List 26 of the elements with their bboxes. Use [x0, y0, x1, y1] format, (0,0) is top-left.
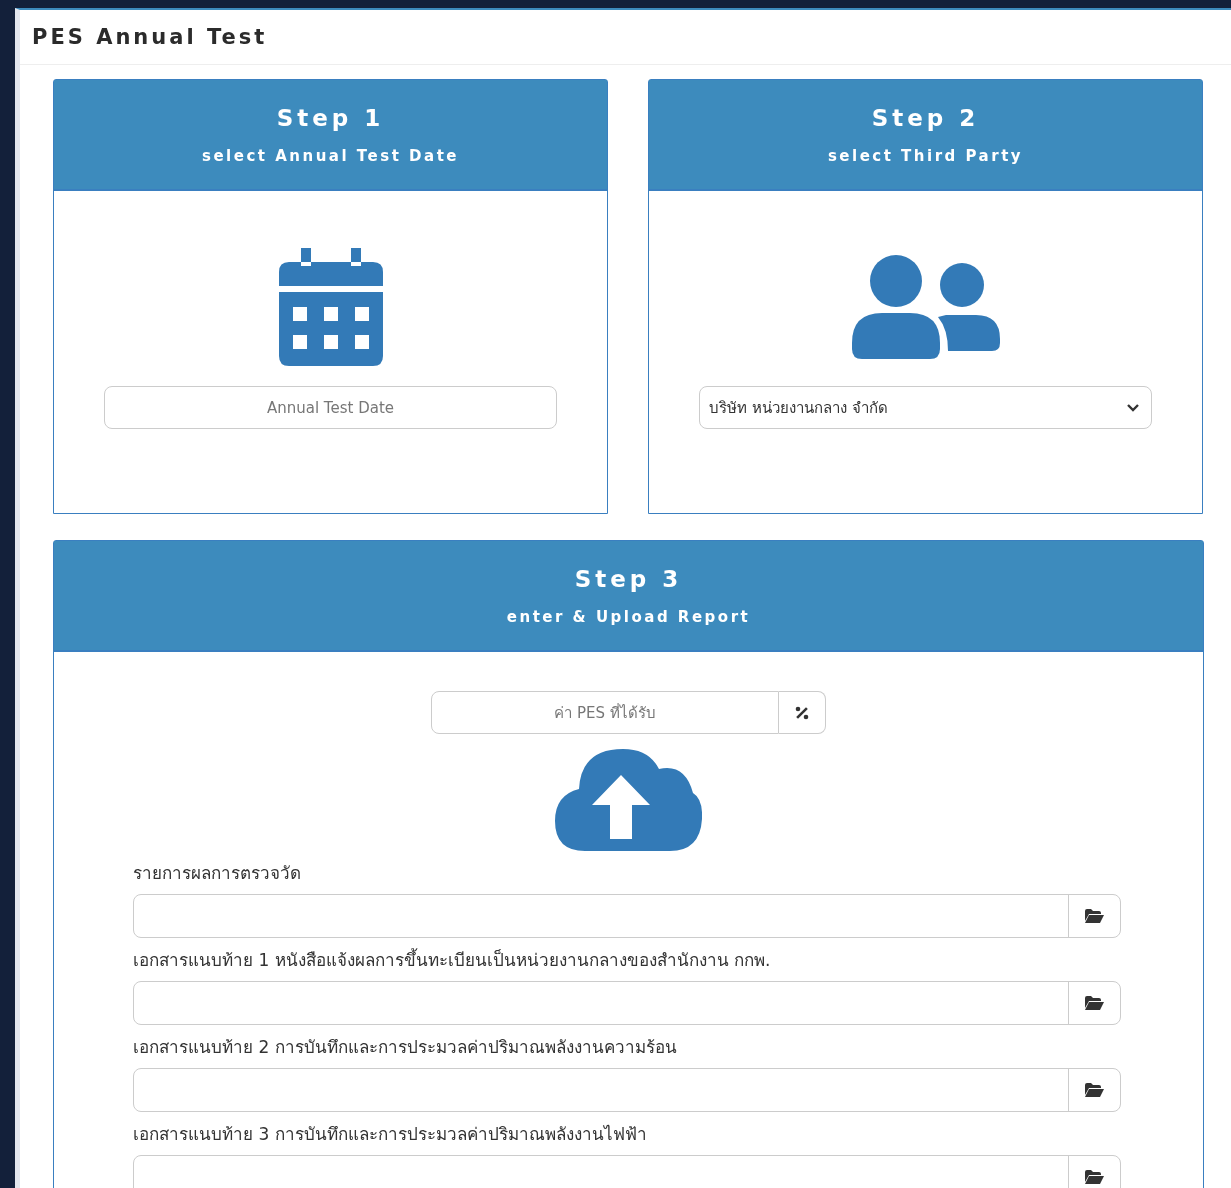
step-title: Step 3	[574, 565, 683, 592]
file-upload-field[interactable]	[133, 1155, 1121, 1188]
upload-label: เอกสารแนบท้าย 3 การบันทึกและการประมวลค่าปริมาณพลังงานไฟฟ้า	[133, 1123, 648, 1146]
file-upload-field[interactable]	[133, 981, 1121, 1025]
chevron-icon	[1127, 403, 1139, 412]
pes-field[interactable]: ค่า PES ที่ได้รับ	[431, 691, 779, 734]
cloud-upload-icon	[555, 749, 702, 851]
folder-open-icon	[1085, 909, 1104, 923]
upload-label: เอกสารแนบท้าย 1 หนังสือแจ้งผลการขึ้นทะเบียนเป็นหน่วยงานกลางของสำนักงาน กกพ.	[133, 947, 772, 972]
folder-open-icon	[1085, 1170, 1104, 1184]
step-subtitle: select Third Party	[827, 146, 1024, 165]
step-title: Step 1	[276, 104, 385, 131]
percent-icon	[795, 705, 809, 720]
upload-label: เอกสารแนบท้าย 2 การบันทึกและการประมวลค่าปริมาณพลังงานความร้อน	[133, 1036, 678, 1059]
step-title: Step 2	[871, 104, 980, 131]
step-subtitle: select Annual Test Date	[202, 146, 459, 165]
third-party-select[interactable]: บริษัท หน่วยงานกลาง จำกัด	[699, 386, 1152, 429]
upload-label: รายการผลการตรวจวัด	[133, 862, 302, 885]
folder-open-icon	[1085, 996, 1104, 1010]
file-upload-field[interactable]	[133, 1068, 1121, 1112]
folder-open-icon	[1085, 1083, 1104, 1097]
step-subtitle: enter & Upload Report	[506, 607, 751, 626]
file-upload-field[interactable]	[133, 894, 1121, 938]
calendar-icon	[278, 248, 383, 366]
page-title: PES Annual Test	[32, 25, 268, 49]
date-field[interactable]: Annual Test Date	[104, 386, 557, 429]
